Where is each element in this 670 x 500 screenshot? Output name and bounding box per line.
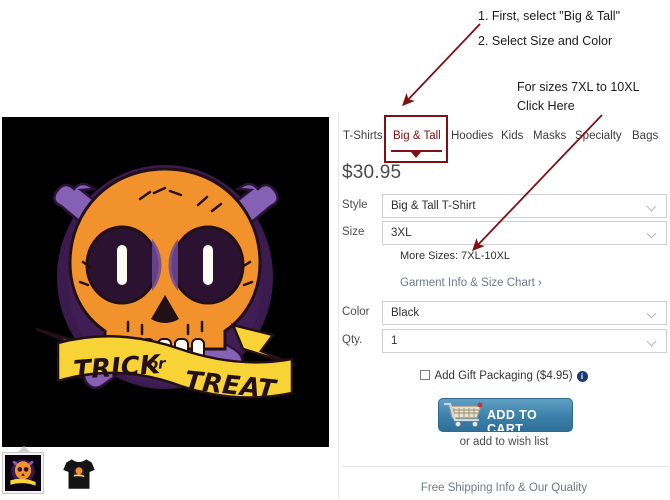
trick-or-treat-artwork: TRICK or TREAT (2, 117, 329, 447)
shopping-cart-icon (443, 402, 483, 428)
wish-list-link[interactable]: or add to wish list (340, 436, 668, 448)
color-value: Black (391, 307, 420, 319)
size-select[interactable]: 3XL (382, 221, 667, 245)
panel-divider (338, 112, 339, 498)
tab-kids[interactable]: Kids (501, 129, 523, 143)
style-row: Style Big & Tall T-Shirt (340, 194, 668, 218)
size-row: Size 3XL (340, 221, 668, 245)
color-label: Color (342, 306, 370, 318)
svg-text:or: or (148, 354, 168, 373)
chevron-down-icon (648, 310, 657, 319)
add-to-cart-label: ADD TO CART (487, 408, 538, 432)
tab-specialty[interactable]: Specialty (575, 129, 622, 143)
product-page: TRICK or TREAT T-Shirts Big & Tall Hoodi… (0, 0, 670, 500)
tab-masks[interactable]: Masks (533, 129, 566, 143)
color-row: Color Black (340, 301, 668, 325)
footer-divider (342, 466, 668, 467)
chevron-down-icon (648, 230, 657, 239)
style-label: Style (342, 199, 368, 211)
add-to-cart-button[interactable]: ADD TO CART (438, 398, 573, 432)
chevron-down-icon (648, 338, 657, 347)
free-shipping-info-link[interactable]: Free Shipping Info & Our Quality (340, 482, 668, 494)
thumbnail-item[interactable] (58, 452, 101, 494)
product-image[interactable]: TRICK or TREAT (2, 117, 329, 447)
info-icon[interactable]: i (576, 371, 588, 382)
tab-hoodies[interactable]: Hoodies (451, 129, 493, 143)
size-value: 3XL (391, 227, 412, 239)
tab-t-shirts[interactable]: T-Shirts (343, 129, 383, 143)
tab-bags[interactable]: Bags (632, 129, 658, 143)
gift-packaging-checkbox[interactable] (420, 370, 431, 380)
design-thumbnail[interactable] (2, 452, 44, 494)
color-select[interactable]: Black (382, 301, 667, 325)
qty-value: 1 (391, 335, 398, 347)
gift-packaging-row: Add Gift Packaging ($4.95) i (340, 370, 668, 382)
qty-label: Qty. (342, 334, 363, 346)
qty-row: Qty. 1 (340, 329, 668, 353)
annotation-highlight-box (384, 115, 448, 163)
annotation-step-1: 1. First, select "Big & Tall" (478, 9, 621, 23)
design-thumbnail-art (5, 455, 41, 491)
product-price: $30.95 (342, 162, 402, 183)
gift-packaging-label: Add Gift Packaging ($4.95) (434, 370, 573, 382)
thumbnail-item[interactable] (2, 446, 44, 494)
more-sizes-link[interactable]: More Sizes: 7XL-10XL (400, 250, 510, 262)
purchase-panel: T-Shirts Big & Tall Hoodies Kids Masks S… (340, 0, 670, 500)
garment-info-size-chart-link[interactable]: Garment Info & Size Chart › (400, 277, 542, 289)
shirt-thumbnail[interactable] (58, 452, 101, 494)
qty-select[interactable]: 1 (382, 329, 667, 353)
chevron-down-icon (648, 203, 657, 212)
selected-caret-icon (18, 446, 30, 452)
annotation-note-line-1: For sizes 7XL to 10XL (517, 80, 640, 94)
size-label: Size (342, 226, 365, 238)
style-select[interactable]: Big & Tall T-Shirt (382, 194, 667, 218)
annotation-note-line-2: Click Here (517, 99, 575, 113)
thumbnail-strip (2, 446, 101, 496)
annotation-step-2: 2. Select Size and Color (478, 34, 613, 48)
style-value: Big & Tall T-Shirt (391, 200, 476, 212)
